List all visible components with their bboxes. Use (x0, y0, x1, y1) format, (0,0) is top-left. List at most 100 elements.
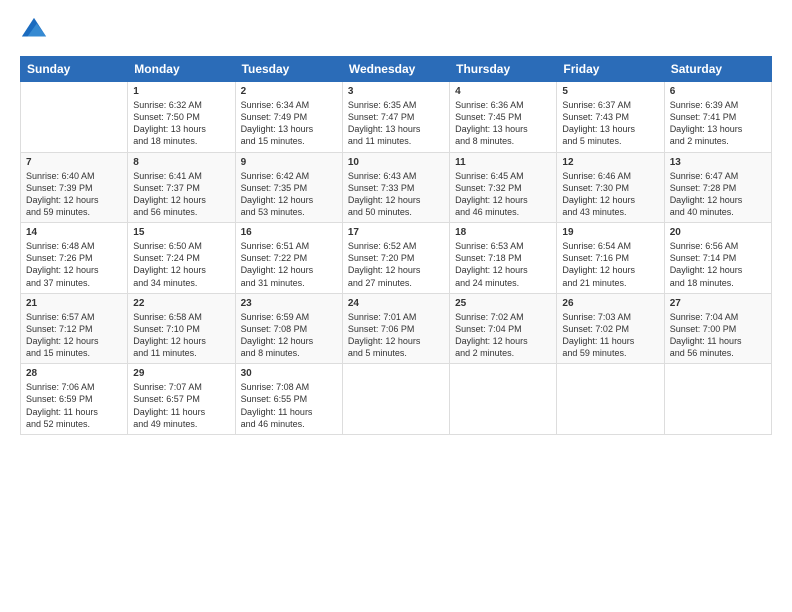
calendar-cell: 24 Sunrise: 7:01 AMSunset: 7:06 PMDayligh… (342, 293, 449, 364)
calendar-week-5: 28 Sunrise: 7:06 AMSunset: 6:59 PMDayligh… (21, 364, 772, 435)
day-info: Sunrise: 7:08 AMSunset: 6:55 PMDaylight:… (241, 381, 337, 430)
calendar-cell: 14 Sunrise: 6:48 AMSunset: 7:26 PMDayligh… (21, 223, 128, 294)
day-number: 9 (241, 157, 337, 168)
calendar-week-1: 1Sunrise: 6:32 AMSunset: 7:50 PMDaylight… (21, 82, 772, 153)
day-number: 20 (670, 227, 766, 238)
calendar-cell: 17 Sunrise: 6:52 AMSunset: 7:20 PMDayligh… (342, 223, 449, 294)
calendar-cell (664, 364, 771, 435)
day-number: 27 (670, 298, 766, 309)
day-info: Sunrise: 6:58 AMSunset: 7:10 PMDaylight:… (133, 311, 229, 360)
calendar-cell: 10 Sunrise: 6:43 AMSunset: 7:33 PMDayligh… (342, 152, 449, 223)
day-info: Sunrise: 6:39 AMSunset: 7:41 PMDaylight:… (670, 99, 766, 148)
page: SundayMondayTuesdayWednesdayThursdayFrid… (0, 0, 792, 612)
day-number: 25 (455, 298, 551, 309)
weekday-monday: Monday (128, 57, 235, 82)
calendar-week-4: 21 Sunrise: 6:57 AMSunset: 7:12 PMDayligh… (21, 293, 772, 364)
logo-icon (20, 16, 48, 44)
day-number: 8 (133, 157, 229, 168)
calendar-cell: 12 Sunrise: 6:46 AMSunset: 7:30 PMDayligh… (557, 152, 664, 223)
calendar-cell: 3 Sunrise: 6:35 AMSunset: 7:47 PMDaylight… (342, 82, 449, 153)
day-info: Sunrise: 6:36 AMSunset: 7:45 PMDaylight:… (455, 99, 551, 148)
calendar-cell (557, 364, 664, 435)
calendar-cell: 15 Sunrise: 6:50 AMSunset: 7:24 PMDayligh… (128, 223, 235, 294)
day-number: 4 (455, 86, 551, 97)
day-info: Sunrise: 6:51 AMSunset: 7:22 PMDaylight:… (241, 240, 337, 289)
day-number: 22 (133, 298, 229, 309)
day-info: Sunrise: 6:43 AMSunset: 7:33 PMDaylight:… (348, 170, 444, 219)
day-info: Sunrise: 6:48 AMSunset: 7:26 PMDaylight:… (26, 240, 122, 289)
calendar-cell: 18Sunrise: 6:53 AMSunset: 7:18 PMDayligh… (450, 223, 557, 294)
day-info: Sunrise: 6:45 AMSunset: 7:32 PMDaylight:… (455, 170, 551, 219)
calendar-cell: 25Sunrise: 7:02 AMSunset: 7:04 PMDayligh… (450, 293, 557, 364)
calendar-cell: 28 Sunrise: 7:06 AMSunset: 6:59 PMDayligh… (21, 364, 128, 435)
day-number: 29 (133, 368, 229, 379)
day-number: 15 (133, 227, 229, 238)
calendar-cell: 5 Sunrise: 6:37 AMSunset: 7:43 PMDaylight… (557, 82, 664, 153)
header (20, 16, 772, 44)
day-info: Sunrise: 6:47 AMSunset: 7:28 PMDaylight:… (670, 170, 766, 219)
weekday-friday: Friday (557, 57, 664, 82)
day-number: 10 (348, 157, 444, 168)
calendar-cell: 26Sunrise: 7:03 AMSunset: 7:02 PMDayligh… (557, 293, 664, 364)
weekday-sunday: Sunday (21, 57, 128, 82)
day-info: Sunrise: 6:59 AMSunset: 7:08 PMDaylight:… (241, 311, 337, 360)
day-number: 7 (26, 157, 122, 168)
calendar-cell: 19 Sunrise: 6:54 AMSunset: 7:16 PMDayligh… (557, 223, 664, 294)
day-number: 11 (455, 157, 551, 168)
day-number: 19 (562, 227, 658, 238)
day-info: Sunrise: 6:37 AMSunset: 7:43 PMDaylight:… (562, 99, 658, 148)
calendar-cell: 1Sunrise: 6:32 AMSunset: 7:50 PMDaylight… (128, 82, 235, 153)
day-number: 28 (26, 368, 122, 379)
day-number: 13 (670, 157, 766, 168)
day-number: 30 (241, 368, 337, 379)
weekday-header-row: SundayMondayTuesdayWednesdayThursdayFrid… (21, 57, 772, 82)
day-info: Sunrise: 7:07 AMSunset: 6:57 PMDaylight:… (133, 381, 229, 430)
weekday-thursday: Thursday (450, 57, 557, 82)
calendar-cell: 16Sunrise: 6:51 AMSunset: 7:22 PMDayligh… (235, 223, 342, 294)
day-info: Sunrise: 6:41 AMSunset: 7:37 PMDaylight:… (133, 170, 229, 219)
calendar-cell: 2 Sunrise: 6:34 AMSunset: 7:49 PMDaylight… (235, 82, 342, 153)
calendar-cell: 13 Sunrise: 6:47 AMSunset: 7:28 PMDayligh… (664, 152, 771, 223)
calendar-cell: 20 Sunrise: 6:56 AMSunset: 7:14 PMDayligh… (664, 223, 771, 294)
day-info: Sunrise: 7:06 AMSunset: 6:59 PMDaylight:… (26, 381, 122, 430)
calendar-cell: 4 Sunrise: 6:36 AMSunset: 7:45 PMDaylight… (450, 82, 557, 153)
calendar-cell: 11 Sunrise: 6:45 AMSunset: 7:32 PMDayligh… (450, 152, 557, 223)
day-number: 17 (348, 227, 444, 238)
day-number: 23 (241, 298, 337, 309)
calendar-cell: 29 Sunrise: 7:07 AMSunset: 6:57 PMDayligh… (128, 364, 235, 435)
day-info: Sunrise: 6:35 AMSunset: 7:47 PMDaylight:… (348, 99, 444, 148)
day-number: 26 (562, 298, 658, 309)
day-number: 3 (348, 86, 444, 97)
day-number: 2 (241, 86, 337, 97)
day-info: Sunrise: 7:04 AMSunset: 7:00 PMDaylight:… (670, 311, 766, 360)
weekday-tuesday: Tuesday (235, 57, 342, 82)
day-number: 24 (348, 298, 444, 309)
day-info: Sunrise: 6:57 AMSunset: 7:12 PMDaylight:… (26, 311, 122, 360)
day-info: Sunrise: 6:46 AMSunset: 7:30 PMDaylight:… (562, 170, 658, 219)
calendar-cell: 6Sunrise: 6:39 AMSunset: 7:41 PMDaylight… (664, 82, 771, 153)
day-info: Sunrise: 6:50 AMSunset: 7:24 PMDaylight:… (133, 240, 229, 289)
calendar-cell: 30 Sunrise: 7:08 AMSunset: 6:55 PMDayligh… (235, 364, 342, 435)
calendar-cell (342, 364, 449, 435)
calendar-week-2: 7 Sunrise: 6:40 AMSunset: 7:39 PMDaylight… (21, 152, 772, 223)
calendar-cell: 9 Sunrise: 6:42 AMSunset: 7:35 PMDaylight… (235, 152, 342, 223)
logo (20, 16, 52, 44)
weekday-wednesday: Wednesday (342, 57, 449, 82)
day-info: Sunrise: 6:56 AMSunset: 7:14 PMDaylight:… (670, 240, 766, 289)
day-info: Sunrise: 6:40 AMSunset: 7:39 PMDaylight:… (26, 170, 122, 219)
calendar-cell: 21 Sunrise: 6:57 AMSunset: 7:12 PMDayligh… (21, 293, 128, 364)
day-info: Sunrise: 6:34 AMSunset: 7:49 PMDaylight:… (241, 99, 337, 148)
day-info: Sunrise: 6:52 AMSunset: 7:20 PMDaylight:… (348, 240, 444, 289)
calendar-cell (21, 82, 128, 153)
calendar-cell: 22 Sunrise: 6:58 AMSunset: 7:10 PMDayligh… (128, 293, 235, 364)
day-info: Sunrise: 6:42 AMSunset: 7:35 PMDaylight:… (241, 170, 337, 219)
calendar-cell: 7 Sunrise: 6:40 AMSunset: 7:39 PMDaylight… (21, 152, 128, 223)
calendar-cell (450, 364, 557, 435)
day-info: Sunrise: 6:54 AMSunset: 7:16 PMDaylight:… (562, 240, 658, 289)
calendar-cell: 8 Sunrise: 6:41 AMSunset: 7:37 PMDaylight… (128, 152, 235, 223)
day-number: 5 (562, 86, 658, 97)
day-number: 14 (26, 227, 122, 238)
day-number: 21 (26, 298, 122, 309)
day-info: Sunrise: 7:01 AMSunset: 7:06 PMDaylight:… (348, 311, 444, 360)
day-number: 12 (562, 157, 658, 168)
